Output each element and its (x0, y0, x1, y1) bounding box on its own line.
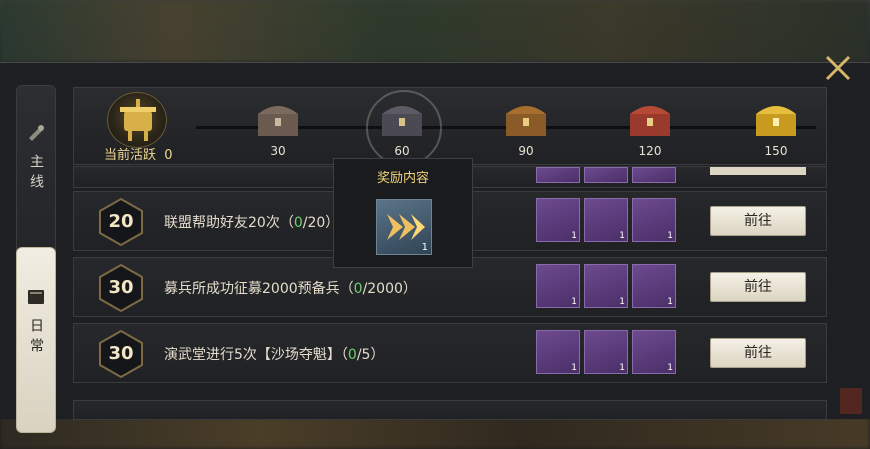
reward-chest-item[interactable]: 1 (584, 198, 628, 242)
reward-chest-item[interactable]: 1 (632, 264, 676, 308)
current-activity-value: 0 (164, 148, 173, 163)
red-chest-icon (630, 106, 670, 136)
milestone-chest-30[interactable]: 30 (248, 100, 308, 160)
milestone-value: 120 (638, 144, 662, 158)
quest-progress-total: /2000） (362, 281, 417, 297)
close-crossed-swords-icon[interactable] (822, 52, 854, 84)
go-button-partial[interactable] (710, 167, 806, 175)
background-scene-bottom (0, 417, 870, 449)
quest-description: 演武堂进行5次【沙场夺魁】（0/5） (164, 347, 385, 363)
milestone-chest-120[interactable]: 120 (620, 100, 680, 160)
iron-chest-icon (382, 106, 422, 136)
red-seal-stamp (840, 388, 862, 414)
tab-main-line[interactable]: 主线 (16, 85, 56, 261)
quest-description: 募兵所成功征募2000预备兵（0/2000） (164, 281, 417, 297)
tab-daily-label: 日常 (28, 318, 44, 358)
quest-description: 联盟帮助好友20次（0/20） (164, 215, 340, 231)
reward-list: 1 1 1 (536, 264, 676, 308)
book-icon (28, 290, 44, 304)
reward-tooltip: 奖励内容 1 (333, 158, 473, 268)
background-scene-top (0, 0, 870, 62)
reward-list: 1 1 1 (536, 330, 676, 374)
current-activity-label: 当前活跃 0 (104, 148, 173, 163)
reward-item[interactable] (584, 167, 628, 183)
tab-daily[interactable]: 日常 (16, 247, 56, 433)
reward-item[interactable] (632, 167, 676, 183)
reward-chest-item[interactable]: 1 (536, 264, 580, 308)
tripod-trophy-icon (107, 92, 167, 148)
quest-progress-current: 0 (353, 281, 363, 297)
quest-progress-current: 0 (293, 215, 303, 231)
go-button[interactable]: 前往 (710, 338, 806, 368)
reward-chest-item[interactable]: 1 (536, 198, 580, 242)
quest-row-partial (73, 400, 827, 420)
tooltip-title: 奖励内容 (376, 171, 429, 186)
milestone-value: 60 (394, 144, 410, 158)
activity-score-badge: 30 (96, 263, 146, 313)
milestone-value: 150 (764, 144, 788, 158)
reward-chest-item[interactable]: 1 (632, 330, 676, 374)
activity-score-badge: 20 (96, 197, 146, 247)
reward-chest-item[interactable]: 1 (584, 330, 628, 374)
quest-row: 30 演武堂进行5次【沙场夺魁】（0/5） 1 1 1 前往 (73, 323, 827, 383)
activity-score-badge: 30 (96, 329, 146, 379)
reward-chest-item[interactable]: 1 (536, 330, 580, 374)
milestone-chest-90[interactable]: 90 (496, 100, 556, 160)
reward-item[interactable] (536, 167, 580, 183)
milestone-value: 30 (270, 144, 286, 158)
reward-list: 1 1 1 (536, 198, 676, 242)
reward-chest-item[interactable]: 1 (584, 264, 628, 308)
quest-progress-current: 0 (347, 347, 357, 363)
reward-item[interactable]: 1 (376, 199, 432, 255)
reward-chest-item[interactable]: 1 (632, 198, 676, 242)
go-button[interactable]: 前往 (710, 206, 806, 236)
reward-count: 1 (421, 242, 428, 253)
go-button[interactable]: 前往 (710, 272, 806, 302)
milestone-value: 90 (518, 144, 534, 158)
milestone-chest-60[interactable]: 60 (366, 90, 442, 166)
quest-panel: 主线 日常 当前活跃 0 30 60 90 120 150 20 联盟帮助好友2… (0, 62, 870, 433)
quest-progress-total: /5） (356, 347, 385, 363)
tab-main-line-label: 主线 (28, 154, 44, 194)
milestone-chest-150[interactable]: 150 (746, 100, 806, 160)
bronze-chest-icon (506, 106, 546, 136)
reward-list (536, 167, 676, 183)
golden-chest-icon (756, 106, 796, 136)
activity-progress-bar: 当前活跃 0 30 60 90 120 150 (73, 87, 827, 166)
wooden-chest-icon (258, 106, 298, 136)
scroll-icon (29, 125, 44, 141)
